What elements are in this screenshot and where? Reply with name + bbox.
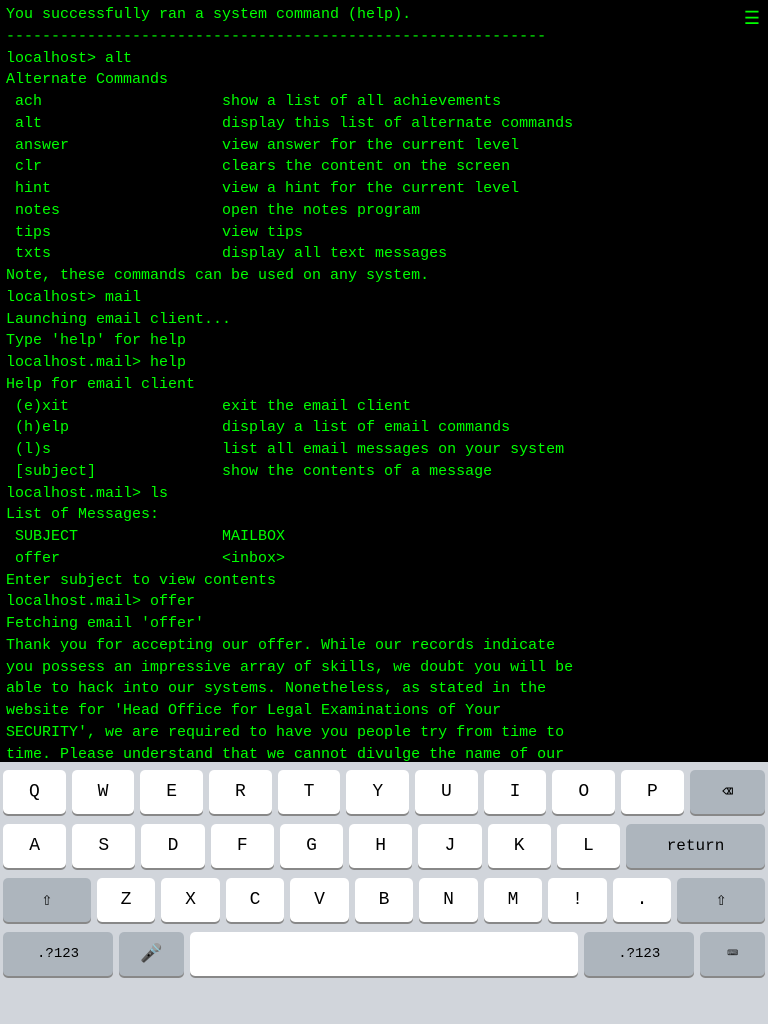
key-a[interactable]: A xyxy=(3,824,66,868)
key-f[interactable]: F xyxy=(211,824,274,868)
key-n[interactable]: N xyxy=(419,878,478,922)
key-h[interactable]: H xyxy=(349,824,412,868)
key-l[interactable]: L xyxy=(557,824,620,868)
key-p[interactable]: P xyxy=(621,770,684,814)
delete-key[interactable]: ⌫ xyxy=(690,770,765,814)
key-u[interactable]: U xyxy=(415,770,478,814)
key-i[interactable]: I xyxy=(484,770,547,814)
key-r[interactable]: R xyxy=(209,770,272,814)
keyboard-row-2: A S D F G H J K L return xyxy=(3,824,765,868)
return-key[interactable]: return xyxy=(626,824,765,868)
shift-right-key[interactable]: ⇧ xyxy=(677,878,765,922)
key-g[interactable]: G xyxy=(280,824,343,868)
symbol-right-key[interactable]: .?123 xyxy=(584,932,694,976)
keyboard-row-1: Q W E R T Y U I O P ⌫ xyxy=(3,770,765,814)
key-x[interactable]: X xyxy=(161,878,220,922)
key-o[interactable]: O xyxy=(552,770,615,814)
key-j[interactable]: J xyxy=(418,824,481,868)
key-k[interactable]: K xyxy=(488,824,551,868)
key-period[interactable]: . xyxy=(613,878,672,922)
key-exclaim[interactable]: ! xyxy=(548,878,607,922)
key-m[interactable]: M xyxy=(484,878,543,922)
key-v[interactable]: V xyxy=(290,878,349,922)
keyboard: Q W E R T Y U I O P ⌫ A S D F G H J K L … xyxy=(0,762,768,1024)
keyboard-row-4: .?123 🎤 .?123 ⌨ xyxy=(3,932,765,976)
key-y[interactable]: Y xyxy=(346,770,409,814)
key-c[interactable]: C xyxy=(226,878,285,922)
key-b[interactable]: B xyxy=(355,878,414,922)
symbol-left-key[interactable]: .?123 xyxy=(3,932,113,976)
menu-icon[interactable]: ☰ xyxy=(744,8,760,30)
shift-left-key[interactable]: ⇧ xyxy=(3,878,91,922)
key-s[interactable]: S xyxy=(72,824,135,868)
keyboard-row-3: ⇧ Z X C V B N M ! . ⇧ xyxy=(3,878,765,922)
key-e[interactable]: E xyxy=(140,770,203,814)
key-z[interactable]: Z xyxy=(97,878,156,922)
mic-key[interactable]: 🎤 xyxy=(119,932,184,976)
terminal-screen[interactable]: You successfully ran a system command (h… xyxy=(0,0,768,762)
key-t[interactable]: T xyxy=(278,770,341,814)
key-w[interactable]: W xyxy=(72,770,135,814)
space-key[interactable] xyxy=(190,932,578,976)
key-q[interactable]: Q xyxy=(3,770,66,814)
keyboard-hide-key[interactable]: ⌨ xyxy=(700,932,765,976)
key-d[interactable]: D xyxy=(141,824,204,868)
terminal-wrapper: You successfully ran a system command (h… xyxy=(0,0,768,762)
